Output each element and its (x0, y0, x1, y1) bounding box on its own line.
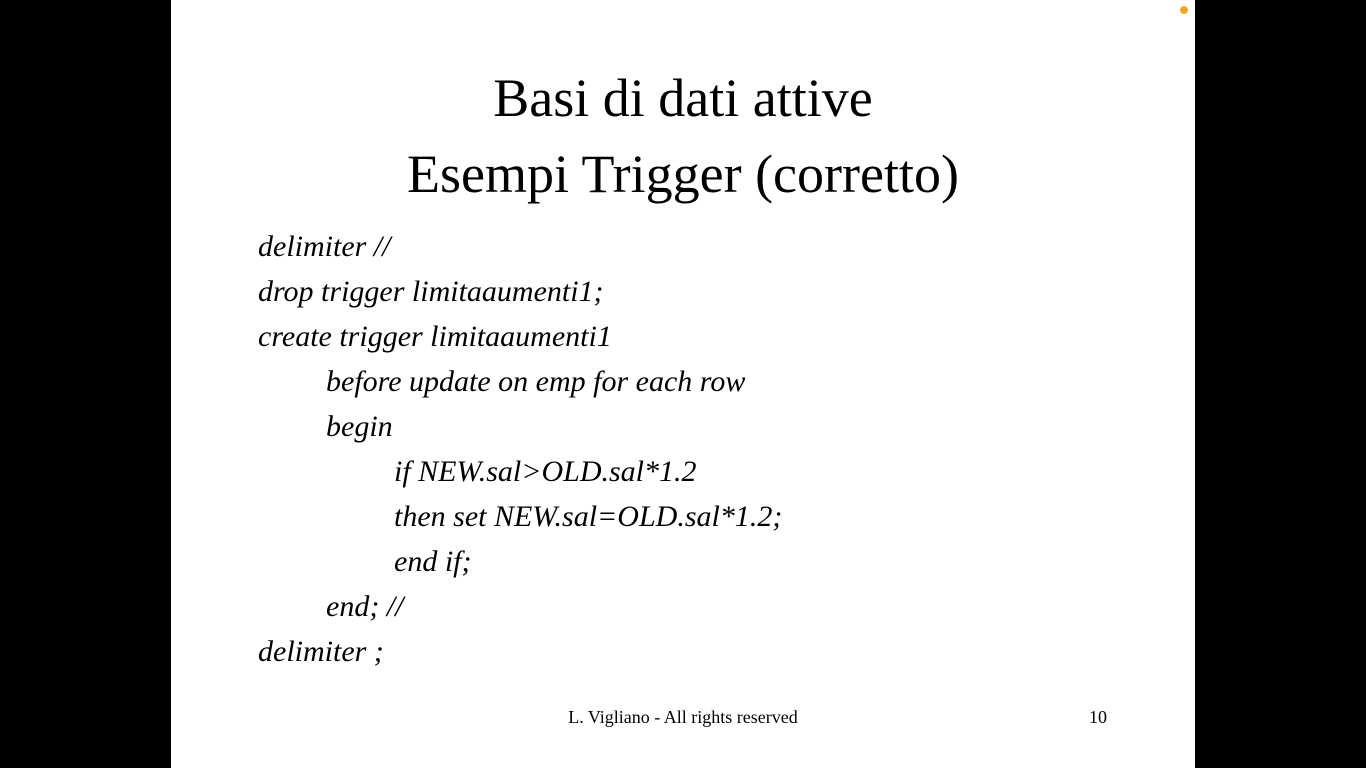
code-line: delimiter ; (258, 635, 384, 668)
slide-title: Basi di dati attive (493, 68, 873, 128)
slide-subtitle: Esempi Trigger (corretto) (407, 144, 959, 204)
slide: Basi di dati attive Esempi Trigger (corr… (171, 0, 1195, 768)
footer-credit: L. Vigliano - All rights reserved (568, 707, 798, 727)
code-line: create trigger limitaaumenti1 (258, 320, 612, 353)
code-line: if NEW.sal>OLD.sal*1.2 (394, 455, 697, 488)
code-line: end if; (394, 545, 472, 578)
laser-pointer-dot-icon (1180, 6, 1188, 14)
presentation-screen: Basi di dati attive Esempi Trigger (corr… (0, 0, 1366, 768)
code-line: drop trigger limitaaumenti1; (258, 275, 604, 308)
code-line: before update on emp for each row (326, 365, 746, 398)
trigger-code-block: delimiter // drop trigger limitaaumenti1;… (258, 224, 782, 674)
code-line: end; // (326, 590, 404, 623)
page-number: 10 (1089, 707, 1107, 727)
code-line: delimiter // (258, 230, 391, 263)
code-line: begin (326, 410, 393, 443)
code-line: then set NEW.sal=OLD.sal*1.2; (394, 500, 783, 533)
